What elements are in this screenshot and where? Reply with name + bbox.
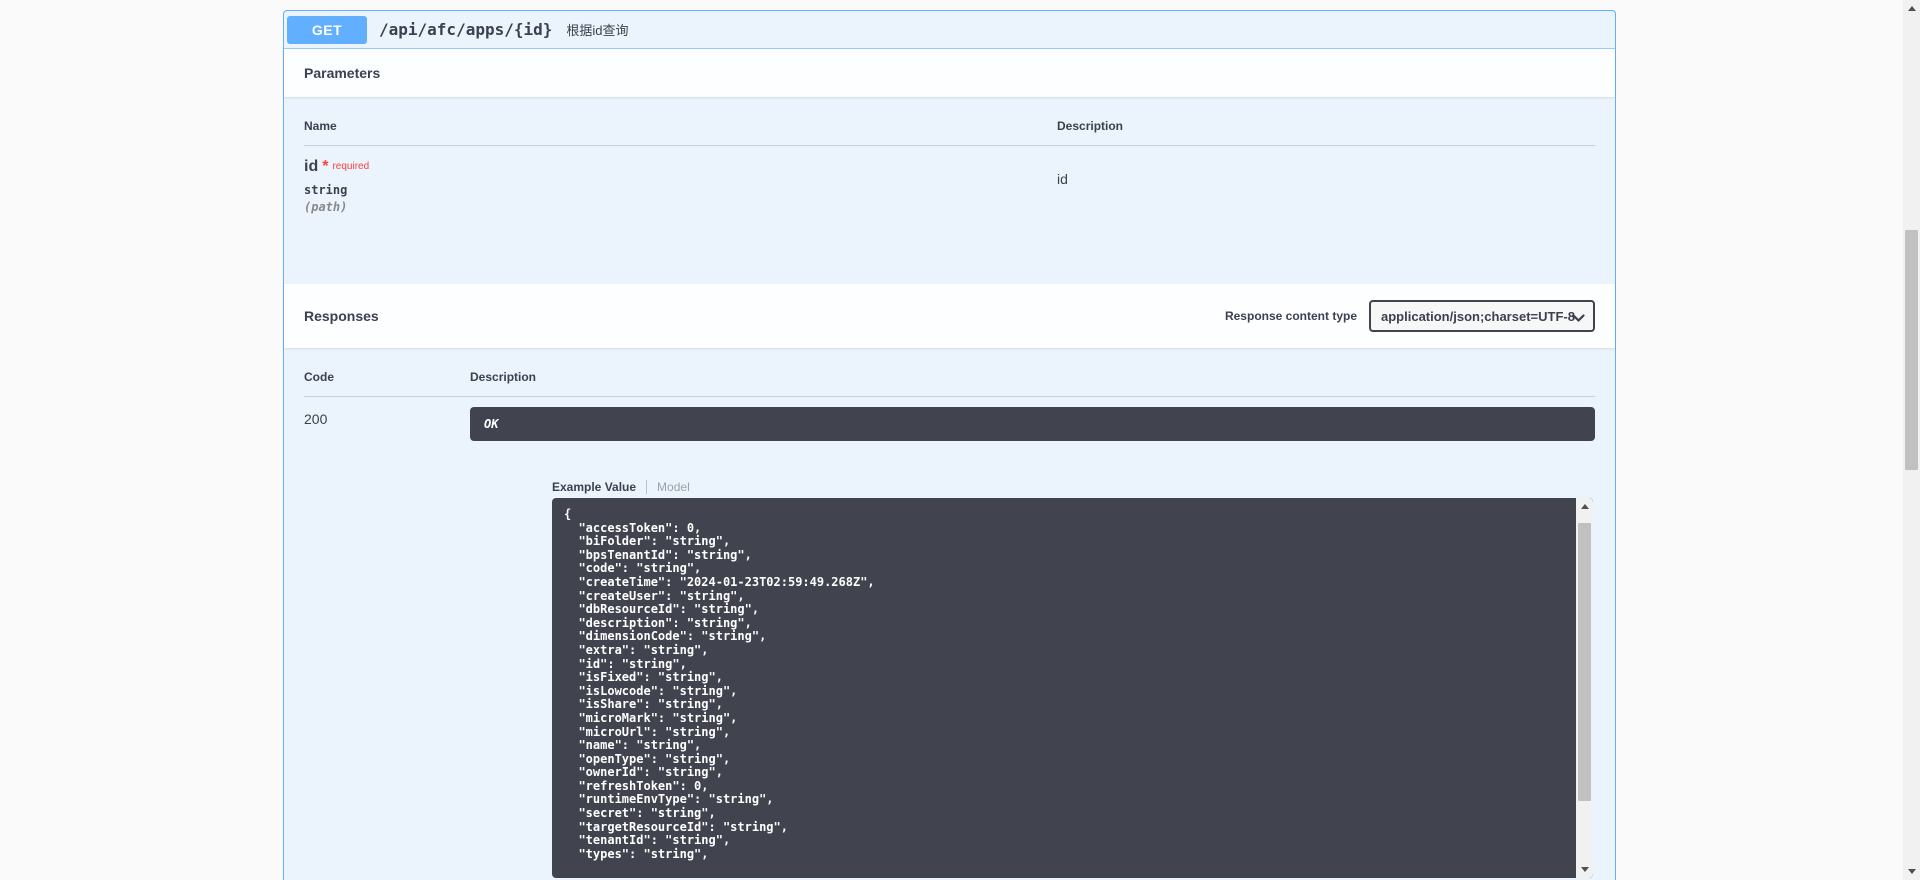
responses-table-header: Code Description [304, 364, 1595, 397]
parameters-description-column-header: Description [1057, 119, 1595, 133]
responses-section-header: Responses Response content type applicat… [284, 284, 1615, 348]
parameter-name: id [304, 158, 318, 175]
parameter-type: string [304, 183, 1057, 197]
page-scroll-up-button[interactable] [1903, 0, 1920, 17]
parameters-section-header: Parameters [284, 49, 1615, 97]
responses-description-column-header: Description [470, 370, 1595, 384]
page-scroll-down-button[interactable] [1903, 863, 1920, 880]
operation-summary[interactable]: GET /api/afc/apps/{id} 根据id查询 [284, 11, 1615, 49]
response-content-type-label: Response content type [1225, 309, 1357, 323]
tab-example-value[interactable]: Example Value [552, 480, 636, 494]
response-description-cell: OK Example Value Model { "accessToken": … [470, 397, 1595, 878]
required-star: * [322, 158, 328, 175]
responses-table: Code Description 200 OK Example Value Mo… [284, 348, 1615, 878]
parameter-location: (path) [304, 200, 1057, 214]
response-status-code: 200 [304, 397, 470, 878]
response-description-bar: OK [470, 407, 1595, 441]
parameters-name-column-header: Name [304, 119, 1057, 133]
triangle-up-icon [1908, 6, 1916, 11]
code-scroll-down-button[interactable] [1576, 861, 1593, 878]
parameters-title: Parameters [304, 65, 380, 81]
parameter-name-cell: id* required string (path) [304, 158, 1057, 284]
tab-divider [646, 480, 647, 494]
triangle-down-icon [1581, 867, 1589, 872]
parameter-row: id*required string (path) id [304, 146, 1595, 284]
responses-code-column-header: Code [304, 370, 470, 384]
triangle-down-icon [1908, 869, 1916, 874]
operation-path: /api/afc/apps/{id} [379, 20, 552, 39]
operation-block: GET /api/afc/apps/{id} 根据id查询 Parameters… [283, 10, 1616, 880]
required-label: required [332, 161, 369, 172]
code-scrollbar-thumb[interactable] [1578, 523, 1591, 801]
chevron-down-icon [1572, 314, 1585, 322]
tab-model[interactable]: Model [657, 480, 690, 494]
operation-description: 根据id查询 [566, 20, 628, 39]
example-code-block[interactable]: { "accessToken": 0, "biFolder": "string"… [552, 498, 1593, 878]
response-row: 200 OK Example Value Model { "accessToke… [304, 397, 1595, 878]
code-scroll-up-button[interactable] [1576, 498, 1593, 515]
http-method-badge: GET [287, 16, 367, 44]
example-tabs: Example Value Model [552, 479, 1595, 494]
parameters-table: Name Description id*required string (pat… [284, 97, 1615, 284]
page-scrollbar[interactable] [1903, 0, 1920, 880]
code-scrollbar[interactable] [1576, 498, 1593, 878]
triangle-up-icon [1581, 504, 1589, 509]
response-content-type-value: application/json;charset=UTF-8 [1381, 309, 1575, 324]
responses-title: Responses [304, 308, 379, 324]
example-code: { "accessToken": 0, "biFolder": "string"… [552, 498, 1593, 871]
parameters-table-header: Name Description [304, 113, 1595, 146]
parameter-description: id [1057, 158, 1595, 284]
page-scrollbar-thumb[interactable] [1905, 230, 1918, 470]
response-content-type-select[interactable]: application/json;charset=UTF-8 [1369, 300, 1595, 332]
response-content-type-control: Response content type application/json;c… [1225, 300, 1595, 332]
model-example: Example Value Model { "accessToken": 0, … [552, 479, 1595, 878]
